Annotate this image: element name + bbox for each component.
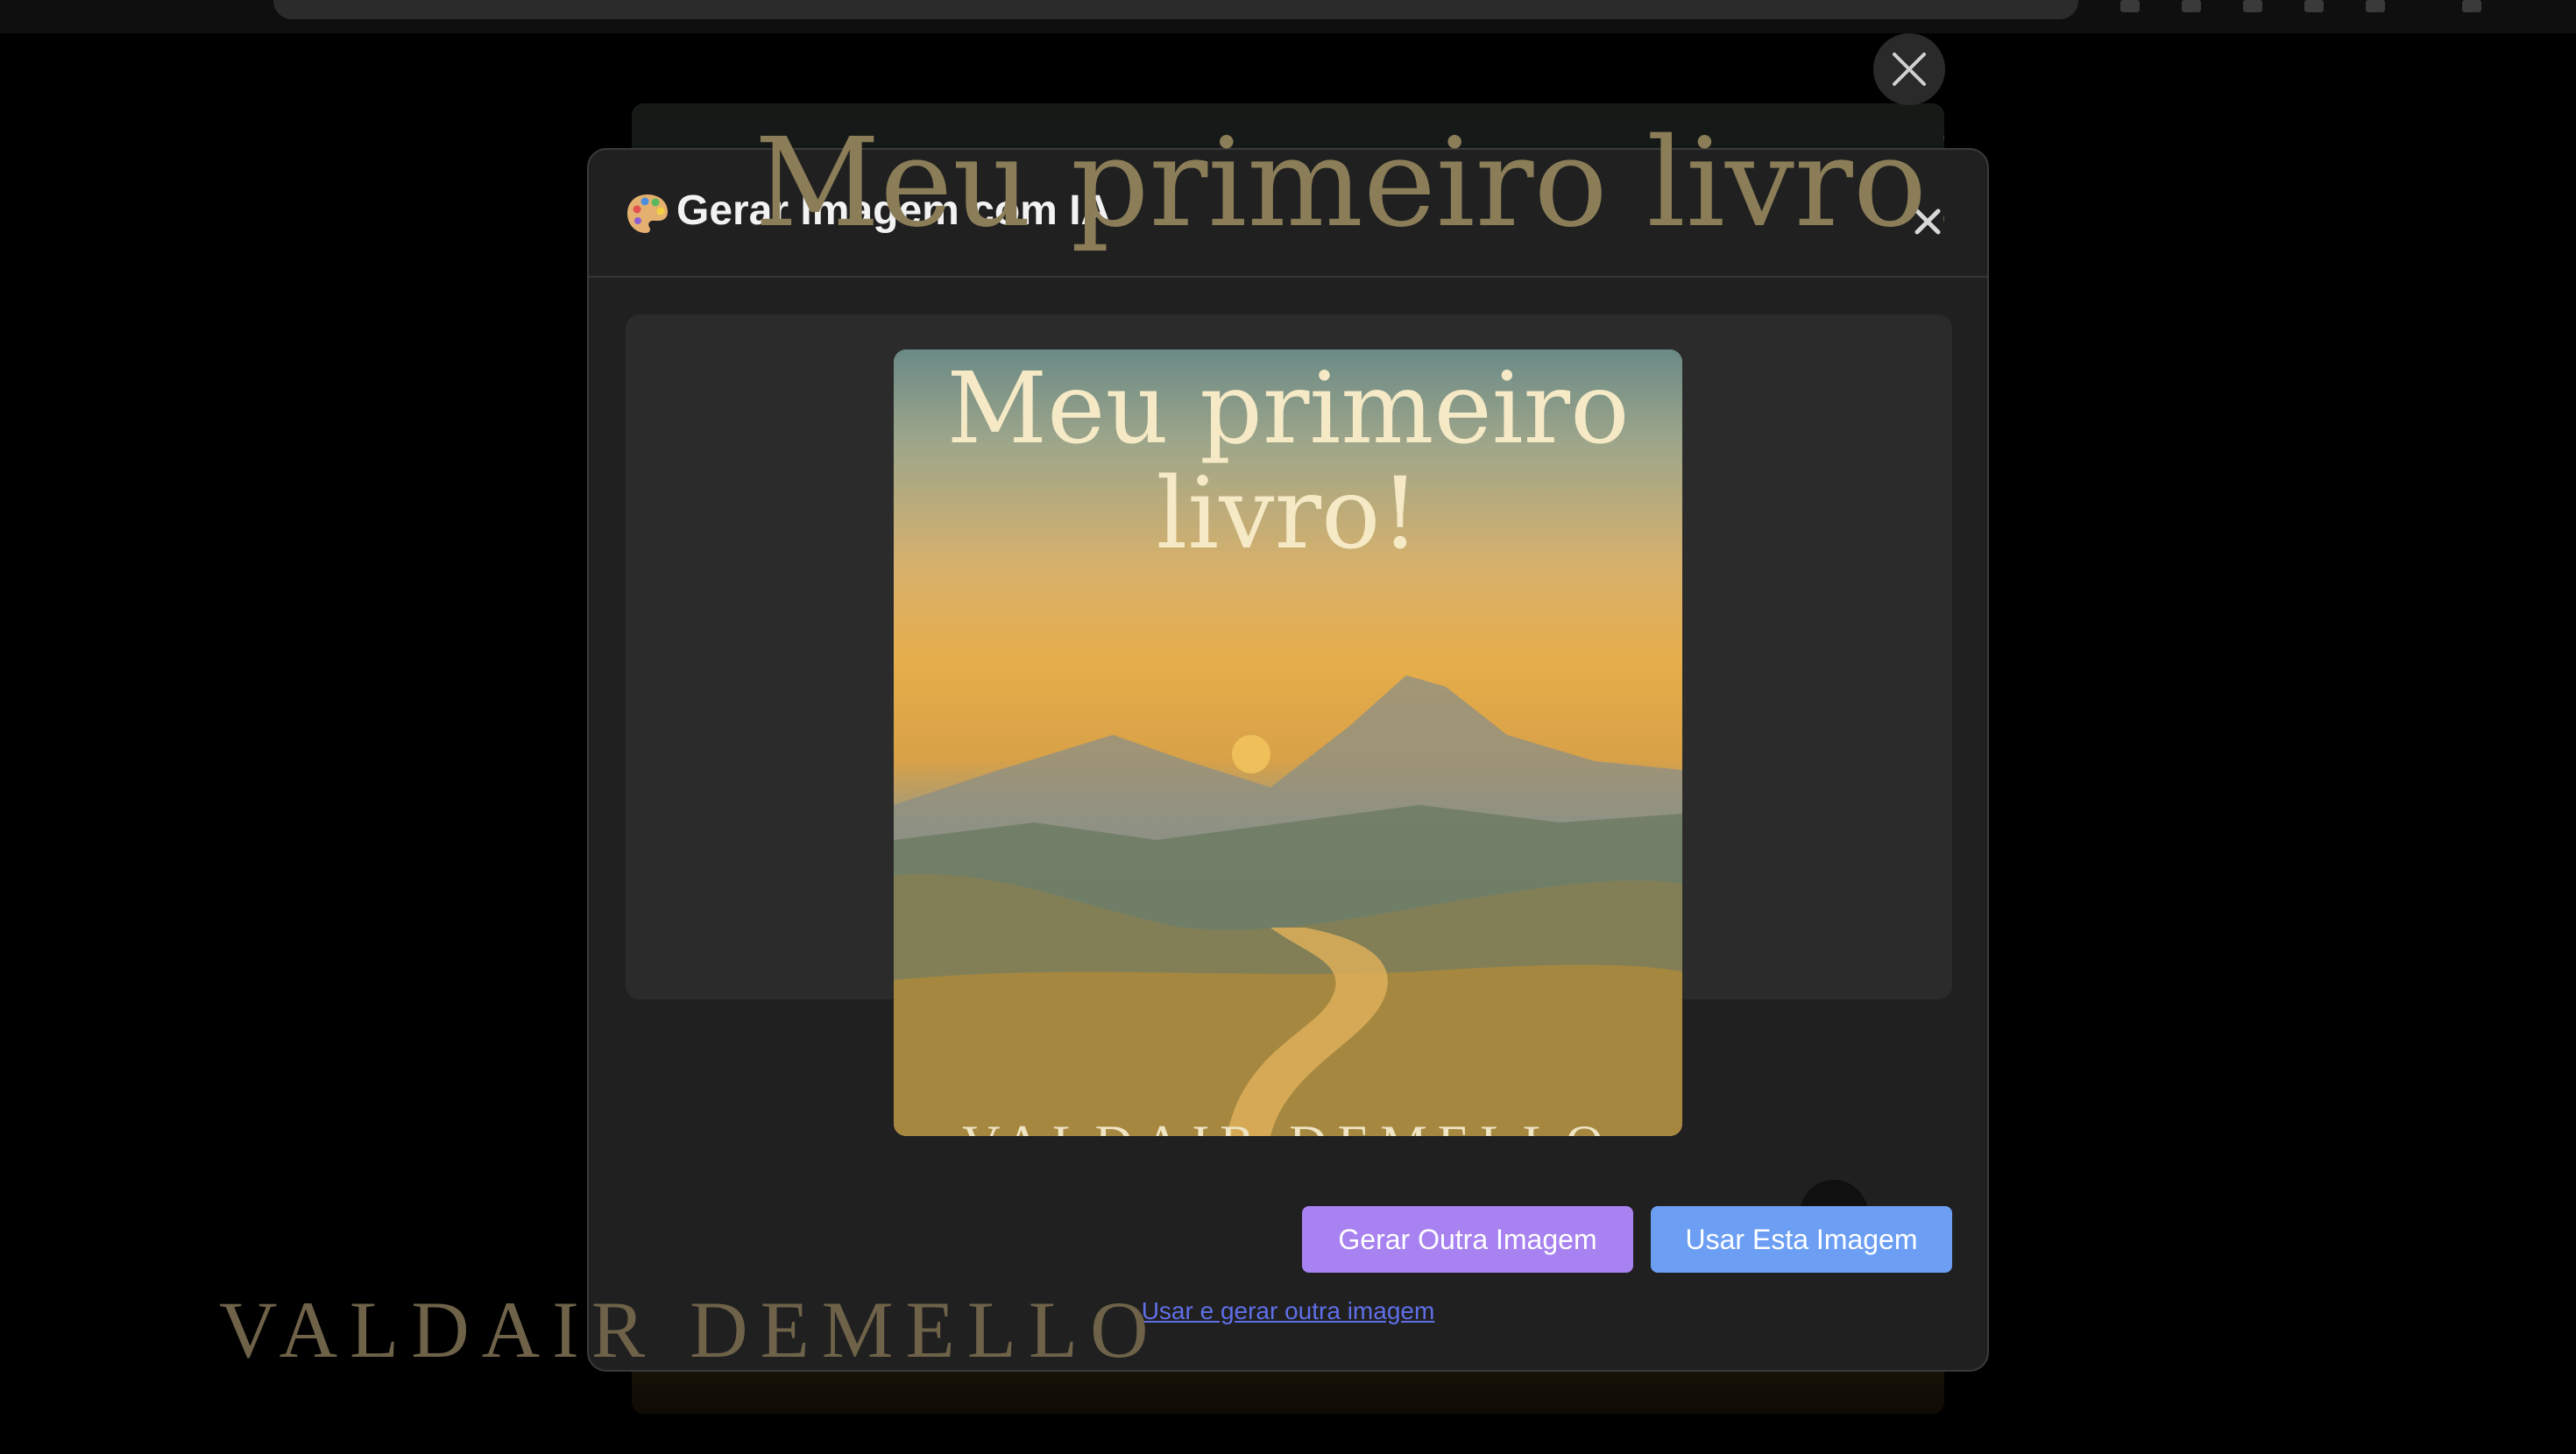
generated-cover-image[interactable]: Meu primeiro livro! VALDAIR DEMELLO [894,349,1682,1136]
extension-icon[interactable] [2366,0,2385,12]
image-preview-panel: Meu primeiro livro! VALDAIR DEMELLO [626,314,1952,1136]
browser-toolbar [0,0,2576,33]
cover-title-line: livro! [1156,457,1420,571]
lightbox-close-button[interactable] [1873,33,1945,105]
cover-title-line: Meu primeiro [946,352,1630,466]
background-cover-title: Meu primeiro livro! [754,112,1944,255]
extension-icon[interactable] [2120,0,2140,12]
generate-image-modal: Gerar Imagem com IA Meu primeiro livro! … [587,148,1989,1372]
extension-icon[interactable] [2304,0,2324,12]
profile-icon[interactable] [2462,0,2481,12]
close-icon [1893,53,1926,86]
cover-title: Meu primeiro livro! [894,349,1682,567]
extension-icon[interactable] [2243,0,2262,12]
extension-icon[interactable] [2182,0,2201,12]
cover-author: VALDAIR DEMELLO [894,1114,1682,1136]
use-image-button[interactable]: Usar Esta Imagem [1651,1206,1952,1273]
generate-another-button[interactable]: Gerar Outra Imagem [1302,1206,1633,1273]
palette-icon [627,194,668,233]
background-cover-author: VALDAIR DEMELLO [219,1285,1161,1374]
address-bar[interactable] [273,0,2078,19]
